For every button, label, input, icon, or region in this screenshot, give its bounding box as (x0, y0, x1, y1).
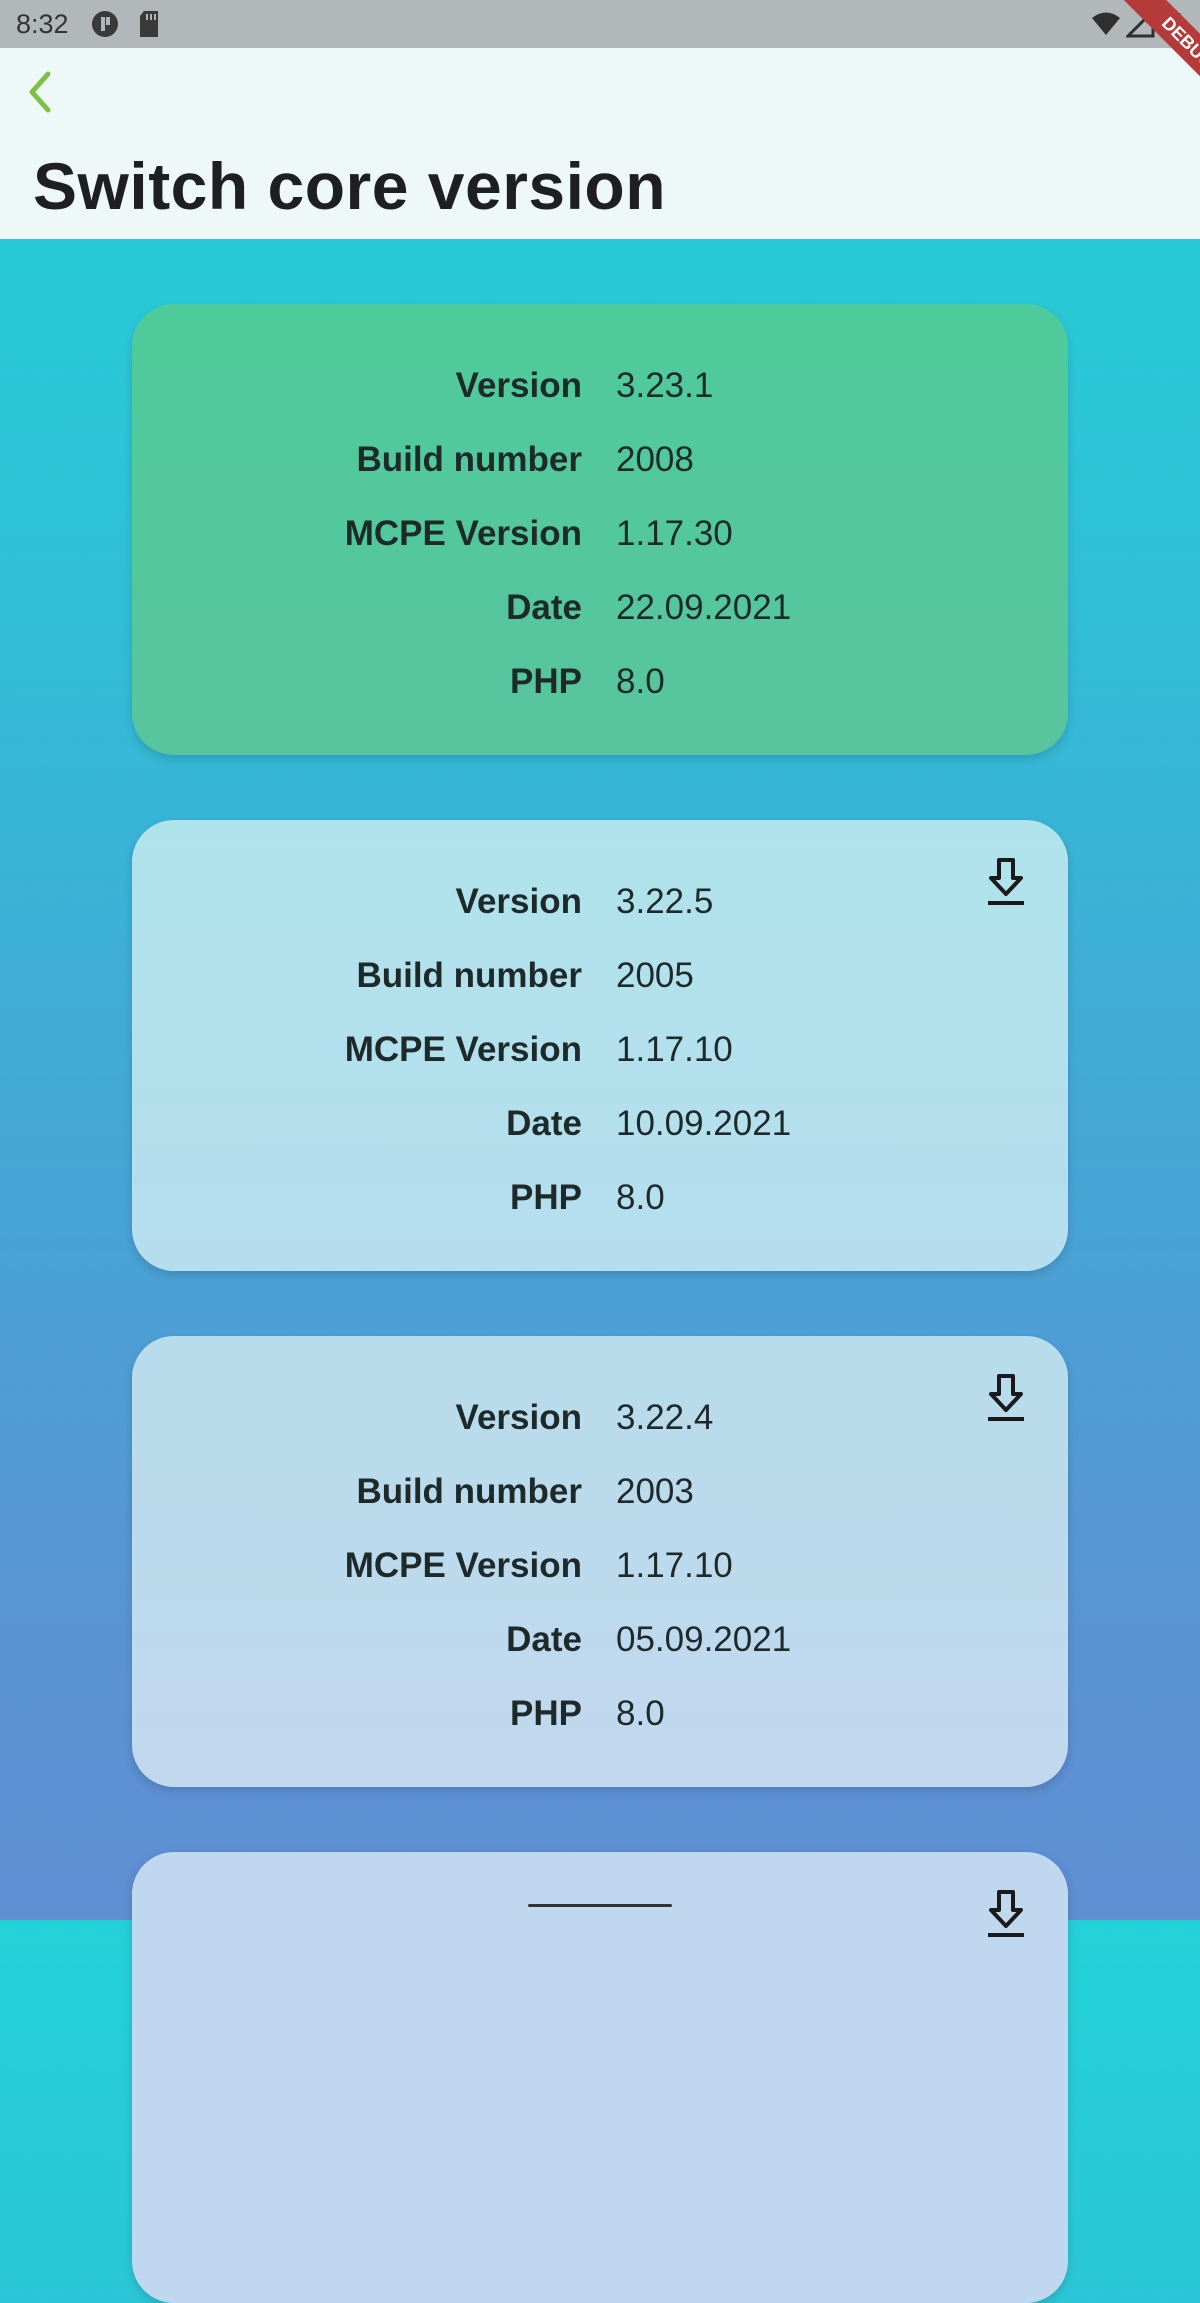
php-label: PHP (510, 1178, 582, 1217)
mcpe-row: MCPE Version 1.17.30 (132, 514, 1068, 574)
app-icon (90, 9, 120, 39)
version-row: Version 3.22.4 (132, 1398, 1068, 1458)
php-row: PHP 8.0 (132, 1178, 1068, 1238)
date-value: 22.09.2021 (616, 588, 792, 627)
version-value: 3.22.5 (616, 882, 714, 921)
page-title: Switch core version (33, 149, 667, 223)
mcpe-label: MCPE Version (344, 1546, 582, 1585)
version-label: Version (455, 1398, 582, 1437)
date-row: Date 05.09.2021 (132, 1620, 1068, 1680)
date-label: Date (506, 1620, 582, 1659)
build-row: Build number 2003 (132, 1472, 1068, 1532)
build-value: 2008 (616, 440, 694, 479)
php-label: PHP (510, 662, 582, 701)
mcpe-value: 1.17.10 (616, 1546, 733, 1585)
mcpe-label: MCPE Version (344, 514, 582, 553)
download-button[interactable] (984, 1888, 1028, 1940)
date-value: 05.09.2021 (616, 1620, 792, 1659)
php-row: PHP 8.0 (132, 662, 1068, 722)
php-row: PHP 8.0 (132, 1694, 1068, 1754)
version-card[interactable]: Version 3.22.4 Build number 2003 MCPE Ve… (132, 1336, 1068, 1787)
date-row: Date 10.09.2021 (132, 1104, 1068, 1164)
debug-ribbon-label: DEBUG (1113, 0, 1200, 118)
php-value: 8.0 (616, 1694, 665, 1733)
back-button[interactable] (18, 66, 66, 118)
php-value: 8.0 (616, 1178, 665, 1217)
sd-card-icon (138, 9, 168, 39)
build-label: Build number (356, 956, 582, 995)
date-row: Date 22.09.2021 (132, 588, 1068, 648)
php-label: PHP (510, 1694, 582, 1733)
mcpe-value: 1.17.30 (616, 514, 733, 553)
status-bar: 8:32 (0, 0, 1200, 48)
version-label: Version (455, 882, 582, 921)
version-card[interactable]: Version 3.22.5 Build number 2005 MCPE Ve… (132, 820, 1068, 1271)
date-value: 10.09.2021 (616, 1104, 792, 1143)
date-label: Date (506, 1104, 582, 1143)
version-row: Version 3.23.1 (132, 366, 1068, 426)
mcpe-label: MCPE Version (344, 1030, 582, 1069)
version-value: 3.23.1 (616, 366, 714, 405)
build-value: 2003 (616, 1472, 694, 1511)
app-bar: Switch core version (0, 48, 1200, 239)
version-card-active[interactable]: Version 3.23.1 Build number 2008 MCPE Ve… (132, 304, 1068, 755)
mcpe-row: MCPE Version 1.17.10 (132, 1546, 1068, 1606)
date-label: Date (506, 588, 582, 627)
version-value: 3.22.4 (616, 1398, 714, 1437)
loading-bar (528, 1904, 672, 1907)
debug-banner: DEBUG (1080, 0, 1200, 120)
version-row: Version 3.22.5 (132, 882, 1068, 942)
build-row: Build number 2005 (132, 956, 1068, 1016)
build-row: Build number 2008 (132, 440, 1068, 500)
mcpe-row: MCPE Version 1.17.10 (132, 1030, 1068, 1090)
download-icon (988, 1890, 1024, 1937)
build-label: Build number (356, 440, 582, 479)
build-value: 2005 (616, 956, 694, 995)
chevron-left-icon (29, 71, 51, 113)
mcpe-value: 1.17.10 (616, 1030, 733, 1069)
php-value: 8.0 (616, 662, 665, 701)
status-time: 8:32 (16, 9, 69, 39)
version-label: Version (455, 366, 582, 405)
build-label: Build number (356, 1472, 582, 1511)
